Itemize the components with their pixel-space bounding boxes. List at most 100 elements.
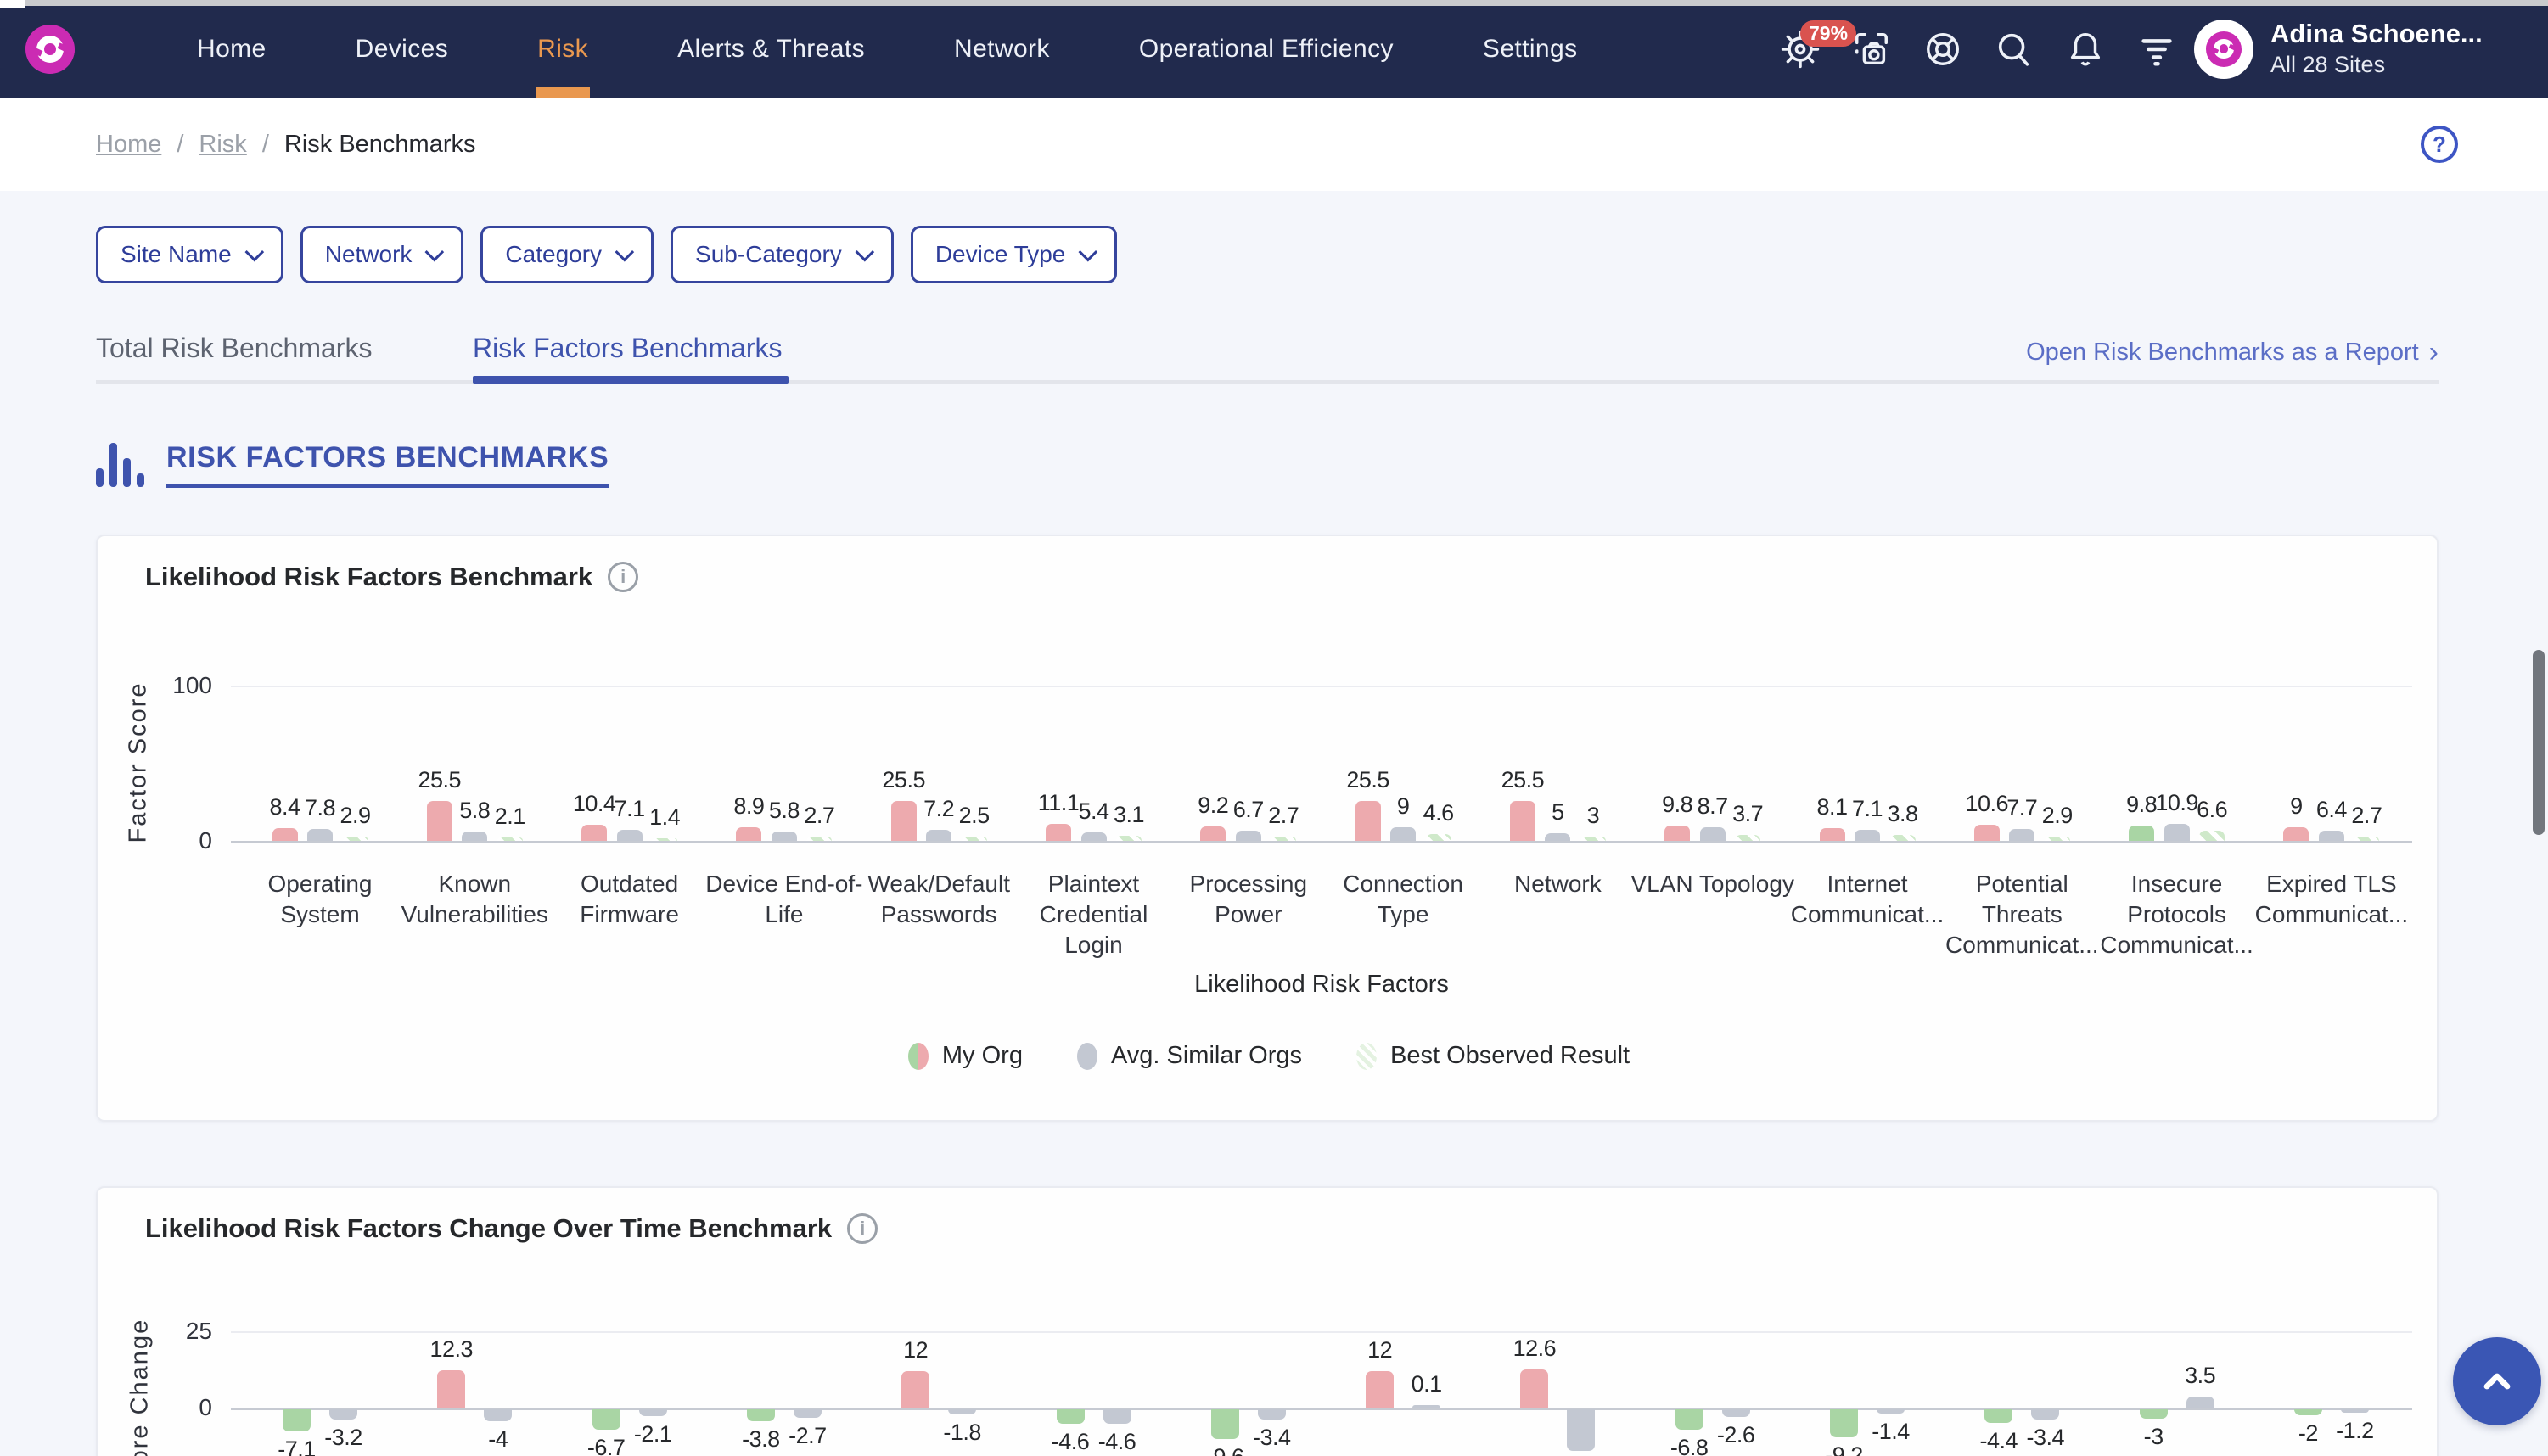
support-button[interactable]	[1921, 27, 1965, 71]
bar-my-org[interactable]	[1974, 825, 2000, 841]
bar-avg-similar-orgs[interactable]	[484, 1409, 512, 1421]
bar-best-observed-result[interactable]	[2045, 837, 2070, 841]
bar-value-label: -3	[2107, 1424, 2200, 1450]
bar-best-observed-result[interactable]	[652, 838, 677, 841]
search-button[interactable]	[1992, 27, 2036, 71]
nav-item-devices[interactable]: Devices	[356, 0, 449, 98]
bar-best-observed-result[interactable]	[1890, 835, 1916, 841]
bar-avg-similar-orgs[interactable]	[1700, 827, 1726, 841]
legend-item-best-observed-result[interactable]: Best Observed Result	[1356, 1042, 1630, 1070]
bar-my-org[interactable]	[736, 827, 761, 841]
bar-my-org[interactable]	[2140, 1409, 2168, 1419]
legend-swatch	[908, 1043, 929, 1070]
bar-avg-similar-orgs[interactable]	[1855, 830, 1880, 841]
bar-avg-similar-orgs[interactable]	[926, 830, 951, 841]
scrollbar-thumb[interactable]	[2533, 650, 2545, 835]
help-icon[interactable]: ?	[2421, 126, 2458, 163]
bar-best-observed-result[interactable]	[1271, 837, 1296, 841]
filter-network[interactable]: Network	[300, 226, 464, 283]
filter-category[interactable]: Category	[480, 226, 654, 283]
tab-risk-factors-benchmarks[interactable]: Risk Factors Benchmarks	[473, 333, 783, 364]
bar-avg-similar-orgs[interactable]	[307, 829, 333, 841]
bar-my-org[interactable]	[272, 828, 298, 841]
nav-item-home[interactable]: Home	[197, 0, 267, 98]
bar-my-org[interactable]	[901, 1371, 929, 1408]
bar-best-observed-result[interactable]	[497, 837, 523, 841]
bar-avg-similar-orgs[interactable]	[1236, 831, 1261, 841]
bar-avg-similar-orgs[interactable]	[772, 832, 797, 841]
bar-my-org[interactable]	[1200, 826, 1226, 841]
breadcrumb-link-home[interactable]: Home	[96, 131, 161, 159]
bar-best-observed-result[interactable]	[2354, 837, 2379, 841]
bar-my-org[interactable]	[1520, 1369, 1548, 1408]
brand-logo[interactable]	[25, 25, 75, 74]
bar-best-observed-result[interactable]	[343, 837, 368, 841]
filter-device-type[interactable]: Device Type	[911, 226, 1118, 283]
bar-my-org[interactable]	[2294, 1409, 2322, 1415]
bar-avg-similar-orgs[interactable]	[2341, 1409, 2369, 1413]
bar-my-org[interactable]	[1664, 826, 1690, 841]
bar-my-org[interactable]	[1984, 1409, 2012, 1423]
bar-avg-similar-orgs[interactable]	[2319, 831, 2344, 841]
bar-avg-similar-orgs[interactable]	[794, 1409, 822, 1418]
bar-my-org[interactable]	[581, 825, 607, 841]
bar-value-label: 0.1	[1380, 1371, 1473, 1397]
bar-best-observed-result[interactable]	[962, 837, 987, 841]
bar-avg-similar-orgs[interactable]	[1722, 1409, 1750, 1417]
nav-item-operational-efficiency[interactable]: Operational Efficiency	[1139, 0, 1394, 98]
filter-site-name[interactable]: Site Name	[96, 226, 283, 283]
bar-avg-similar-orgs[interactable]	[2186, 1397, 2214, 1408]
filter-sub-category[interactable]: Sub-Category	[671, 226, 894, 283]
bar-avg-similar-orgs[interactable]	[1103, 1409, 1131, 1424]
bar-avg-similar-orgs[interactable]	[2009, 829, 2034, 841]
bar-avg-similar-orgs[interactable]	[2031, 1409, 2059, 1420]
legend-item-avg-similar-orgs[interactable]: Avg. Similar Orgs	[1077, 1042, 1302, 1070]
bar-avg-similar-orgs[interactable]	[1877, 1409, 1905, 1414]
bar-my-org[interactable]	[1046, 824, 1071, 841]
breadcrumb-link-risk[interactable]: Risk	[199, 131, 246, 159]
bar-avg-similar-orgs[interactable]	[1567, 1409, 1595, 1451]
legend-item-my-org[interactable]: My Org	[908, 1042, 1023, 1070]
bar-best-observed-result[interactable]	[1735, 835, 1760, 841]
x-axis-label: Likelihood Risk Factors	[231, 971, 2412, 999]
bar-avg-similar-orgs[interactable]	[1081, 832, 1107, 841]
notifications-button[interactable]	[2063, 27, 2107, 71]
nav-item-alerts-threats[interactable]: Alerts & Threats	[677, 0, 865, 98]
bar-avg-similar-orgs[interactable]	[1545, 833, 1570, 841]
bar-avg-similar-orgs[interactable]	[639, 1409, 667, 1416]
bar-my-org[interactable]	[437, 1370, 465, 1408]
bar-my-org[interactable]	[2129, 826, 2154, 841]
capture-button[interactable]	[1849, 27, 1894, 71]
bar-avg-similar-orgs[interactable]	[617, 830, 643, 841]
section-title[interactable]: RISK FACTORS BENCHMARKS	[166, 441, 609, 488]
bar-my-org[interactable]	[1057, 1409, 1085, 1424]
user-menu[interactable]: Adina Schoene... All 28 Sites	[2194, 0, 2483, 98]
bar-avg-similar-orgs[interactable]	[2164, 824, 2190, 841]
bar-best-observed-result[interactable]	[1116, 836, 1142, 841]
scroll-to-top-button[interactable]	[2453, 1337, 2541, 1425]
bar-avg-similar-orgs[interactable]	[462, 832, 487, 841]
bar-avg-similar-orgs[interactable]	[948, 1409, 976, 1414]
bar-best-observed-result[interactable]	[2199, 831, 2225, 841]
filter-menu-button[interactable]	[2135, 27, 2179, 71]
bar-avg-similar-orgs[interactable]	[1390, 827, 1416, 841]
filter-label: Site Name	[121, 241, 232, 268]
bar-avg-similar-orgs[interactable]	[329, 1409, 357, 1420]
bar-avg-similar-orgs[interactable]	[1258, 1409, 1286, 1420]
nav-item-settings[interactable]: Settings	[1483, 0, 1578, 98]
risk-score-gear-button[interactable]: 79%	[1778, 27, 1822, 71]
bar-best-observed-result[interactable]	[1426, 834, 1451, 841]
tab-total-risk-benchmarks[interactable]: Total Risk Benchmarks	[96, 333, 372, 364]
bar-best-observed-result[interactable]	[1580, 837, 1606, 841]
bar-best-observed-result[interactable]	[806, 837, 832, 841]
nav-item-risk[interactable]: Risk	[537, 0, 588, 98]
bar-my-org[interactable]	[2283, 827, 2309, 841]
bar-avg-similar-orgs[interactable]	[1412, 1405, 1440, 1408]
search-icon	[1995, 30, 2034, 69]
bar-value-label: 25.5	[1322, 767, 1415, 793]
nav-item-network[interactable]: Network	[954, 0, 1050, 98]
bar-value-label: 2.7	[2320, 803, 2413, 829]
bar-my-org[interactable]	[1820, 828, 1845, 841]
open-report-link[interactable]: Open Risk Benchmarks as a Report ›	[2026, 338, 2439, 367]
bar-my-org[interactable]	[747, 1409, 775, 1421]
